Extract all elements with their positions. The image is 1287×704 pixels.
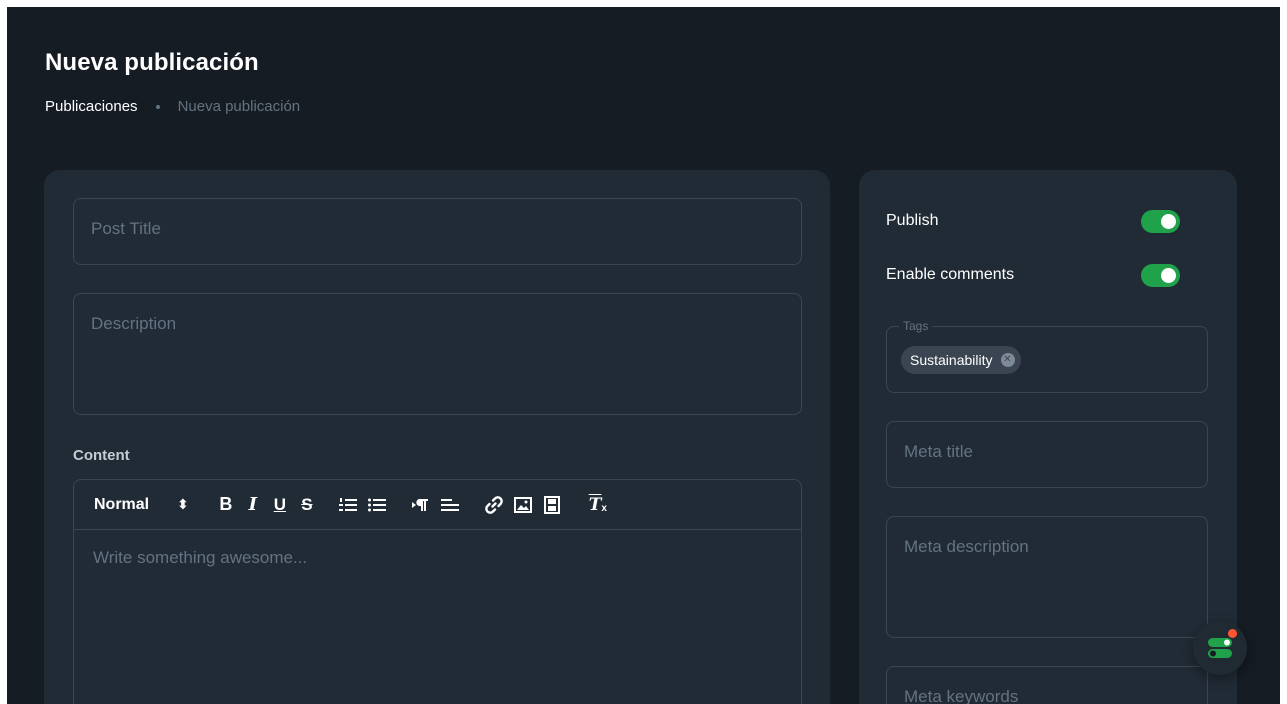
- text-style-value: Normal: [94, 495, 150, 513]
- post-title-input[interactable]: Post Title: [73, 198, 802, 265]
- strikethrough-icon[interactable]: S: [298, 494, 316, 516]
- meta-title-input[interactable]: Meta title: [886, 421, 1208, 488]
- meta-keywords-input[interactable]: Meta keywords: [886, 666, 1208, 704]
- description-input[interactable]: Description: [73, 293, 802, 415]
- italic-icon[interactable]: I: [244, 494, 262, 516]
- main-form-card: Post Title Description Content Normal ⬍ …: [44, 170, 830, 704]
- meta-title-placeholder: Meta title: [904, 442, 973, 461]
- clear-format-icon[interactable]: Tx: [588, 494, 608, 516]
- editor-toolbar: Normal ⬍ B I U S T x: [74, 480, 801, 530]
- underline-icon[interactable]: U: [271, 494, 289, 516]
- breadcrumb: Publicaciones Nueva publicación: [45, 98, 300, 115]
- enable-comments-label: Enable comments: [886, 266, 1015, 283]
- tag-chip: Sustainability ✕: [901, 346, 1021, 374]
- bold-icon[interactable]: B: [217, 494, 235, 516]
- breadcrumb-parent-link[interactable]: Publicaciones: [45, 98, 138, 115]
- remove-tag-icon[interactable]: ✕: [1000, 353, 1015, 367]
- tags-legend: Tags: [899, 319, 933, 333]
- content-label: Content: [73, 447, 130, 464]
- meta-keywords-placeholder: Meta keywords: [904, 687, 1019, 704]
- settings-card: Publish Enable comments Tags Sustainabil…: [859, 170, 1237, 704]
- toggles-icon: [1208, 638, 1232, 658]
- page: Nueva publicación Publicaciones Nueva pu…: [7, 7, 1280, 704]
- tags-input[interactable]: Tags Sustainability ✕: [886, 319, 1208, 393]
- editor-placeholder: Write something awesome...: [93, 548, 308, 567]
- notification-badge: [1228, 629, 1237, 638]
- bullet-list-icon[interactable]: [367, 494, 387, 516]
- select-arrows-icon: ⬍: [177, 496, 189, 512]
- text-style-select[interactable]: Normal ⬍: [94, 496, 189, 514]
- breadcrumb-separator: [155, 104, 160, 109]
- enable-comments-toggle[interactable]: [1141, 264, 1180, 287]
- link-icon[interactable]: [484, 494, 504, 516]
- image-icon[interactable]: [513, 494, 533, 516]
- toggle-knob: [1161, 214, 1176, 229]
- publish-toggle[interactable]: [1141, 210, 1180, 233]
- page-title: Nueva publicación: [45, 49, 259, 76]
- publish-label: Publish: [886, 212, 939, 229]
- toggle-knob: [1161, 268, 1176, 283]
- meta-description-placeholder: Meta description: [904, 537, 1029, 556]
- text-direction-icon[interactable]: [411, 494, 431, 516]
- align-icon[interactable]: [440, 494, 460, 516]
- settings-fab[interactable]: [1193, 621, 1247, 675]
- video-icon[interactable]: [542, 494, 562, 516]
- breadcrumb-current: Nueva publicación: [177, 98, 301, 115]
- content-editor: Normal ⬍ B I U S T x Write something awe…: [73, 479, 802, 704]
- tag-chip-label: Sustainability: [910, 352, 993, 368]
- meta-description-input[interactable]: Meta description: [886, 516, 1208, 638]
- ordered-list-icon[interactable]: [338, 494, 358, 516]
- post-title-placeholder: Post Title: [91, 219, 161, 238]
- description-placeholder: Description: [91, 314, 177, 333]
